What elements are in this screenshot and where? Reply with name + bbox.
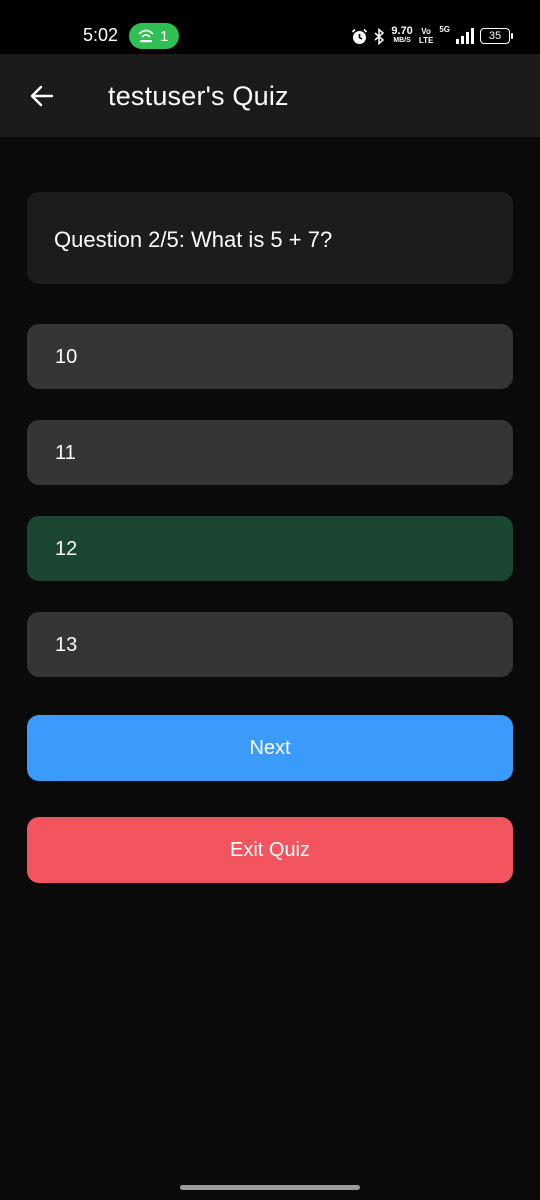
question-text: Question 2/5: What is 5 + 7? xyxy=(54,227,333,252)
answer-option[interactable]: 10 xyxy=(27,324,513,389)
net-speed: 9.70 MB/S xyxy=(391,25,413,45)
gesture-bar[interactable] xyxy=(180,1185,360,1190)
volte-top: Vo xyxy=(421,27,431,36)
network-type: 5G xyxy=(439,25,450,34)
status-time: 5:02 xyxy=(83,25,119,45)
net-speed-value: 9.70 xyxy=(391,25,413,37)
battery-icon: 35 xyxy=(480,28,513,44)
back-button[interactable] xyxy=(22,76,62,116)
option-label: 13 xyxy=(55,634,78,656)
option-label: 10 xyxy=(55,346,78,368)
hotspot-count: 1 xyxy=(160,27,169,45)
exit-quiz-button[interactable]: Exit Quiz xyxy=(27,817,513,883)
status-bar: 5:02 1 9.70 MB/S Vo LTE 5G 35 xyxy=(0,0,540,54)
answer-option-selected[interactable]: 12 xyxy=(27,516,513,581)
volte-bottom: LTE xyxy=(418,36,434,45)
question-card: Question 2/5: What is 5 + 7? xyxy=(27,192,513,284)
answer-option[interactable]: 11 xyxy=(27,420,513,485)
next-button[interactable]: Next xyxy=(27,715,513,781)
option-label: 12 xyxy=(55,538,78,560)
volte-indicator: Vo LTE xyxy=(419,27,434,45)
page-title: testuser's Quiz xyxy=(108,81,289,111)
app-bar: testuser's Quiz xyxy=(0,54,540,137)
answer-option[interactable]: 13 xyxy=(27,612,513,677)
net-speed-unit: MB/S xyxy=(393,37,411,44)
option-label: 11 xyxy=(55,442,76,464)
bluetooth-icon xyxy=(374,27,385,45)
hotspot-icon xyxy=(138,29,154,43)
alarm-icon xyxy=(352,28,368,44)
battery-level: 35 xyxy=(488,30,502,42)
status-icons: 9.70 MB/S Vo LTE 5G 35 xyxy=(351,24,513,48)
arrow-left-icon xyxy=(30,85,54,107)
signal-icon xyxy=(456,28,474,44)
hotspot-badge: 1 xyxy=(129,23,179,49)
